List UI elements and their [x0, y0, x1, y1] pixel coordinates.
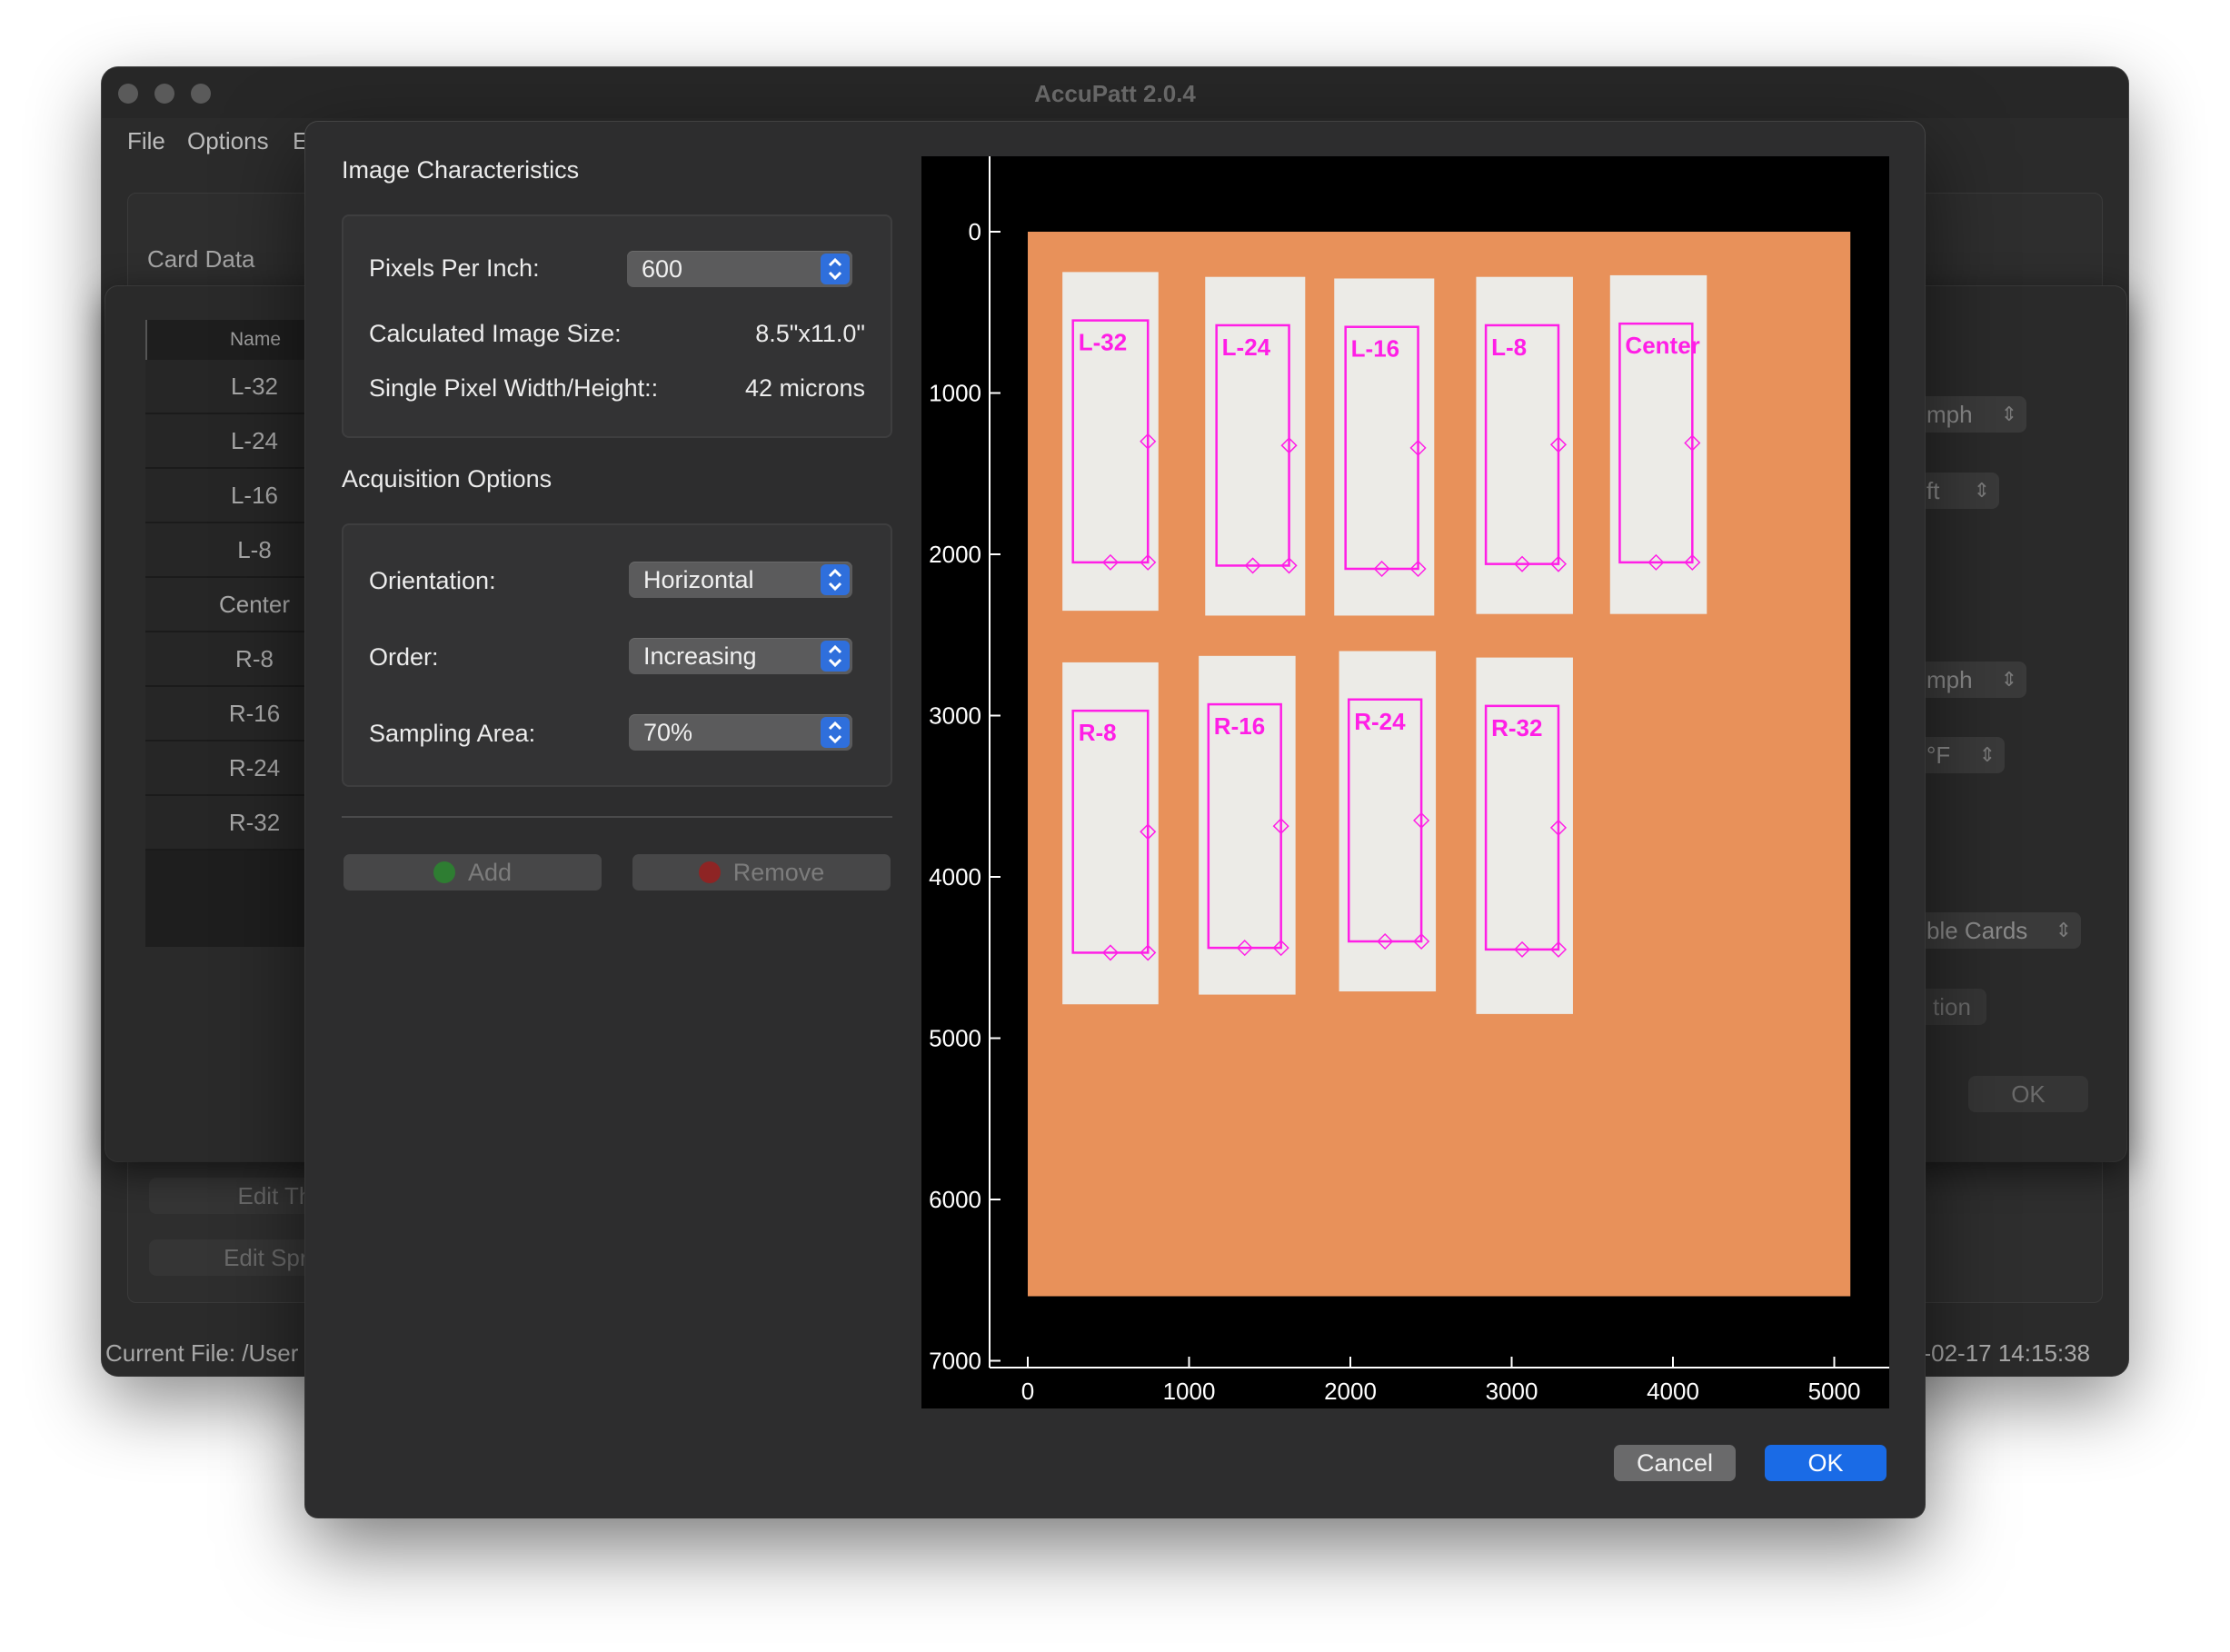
card-label: R-32 [1491, 714, 1542, 741]
x-tick-label: 3000 [1486, 1378, 1538, 1405]
chevron-updown-icon: ⇕ [2000, 668, 2017, 691]
x-tick-label: 2000 [1324, 1378, 1377, 1405]
speed-unit-select[interactable]: mph ⇕ [1917, 662, 2026, 698]
y-tick-label: 5000 [929, 1025, 981, 1052]
order-select[interactable]: Increasing [629, 638, 852, 674]
add-icon [433, 861, 455, 883]
title-bar: AccuPatt 2.0.4 [102, 67, 2128, 119]
pixel-size-value: 42 microns [744, 374, 865, 402]
card-image-plot-canvas: 0 1000 2000 3000 4000 5000 6000 7000 0 1000 2000 30… [929, 156, 1889, 1405]
card-label: L-8 [1491, 333, 1527, 361]
y-tick-label: 3000 [929, 702, 981, 730]
card-data-label: Card Data [147, 245, 255, 273]
x-tick-label: 4000 [1647, 1378, 1699, 1405]
order-value: Increasing [643, 642, 757, 670]
orientation-label: Orientation: [369, 567, 496, 594]
y-tick-label: 2000 [929, 541, 981, 568]
acquisition-options-title: Acquisition Options [342, 465, 553, 493]
y-tick-label: 6000 [929, 1186, 981, 1213]
temperature-unit-select[interactable]: °F ⇕ [1917, 737, 2005, 773]
card-image-plot[interactable]: 0 1000 2000 3000 4000 5000 6000 7000 0 1000 2000 30… [921, 156, 1889, 1408]
orientation-value: Horizontal [643, 566, 754, 593]
x-tick-label: 5000 [1808, 1378, 1861, 1405]
x-tick-label: 1000 [1163, 1378, 1216, 1405]
chevron-updown-icon: ⇕ [2055, 919, 2072, 941]
image-options-dialog: Image Characteristics Pixels Per Inch: 6… [305, 122, 1925, 1518]
image-size-label: Calculated Image Size: [369, 320, 622, 347]
height-unit-select[interactable]: ft ⇕ [1917, 473, 1999, 509]
cards-select[interactable]: ble Cards ⇕ [1917, 912, 2081, 949]
order-label: Order: [369, 643, 439, 671]
remove-icon [698, 861, 721, 883]
card-label: Center [1625, 332, 1699, 359]
sampling-area-select[interactable]: 70% [629, 714, 852, 751]
sampling-area-value: 70% [643, 719, 693, 746]
temperature-unit-value: °F [1926, 741, 1951, 769]
window-title: AccuPatt 2.0.4 [1034, 80, 1196, 107]
orientation-select[interactable]: Horizontal [629, 562, 852, 598]
add-button-label: Add [467, 859, 513, 886]
remove-button[interactable]: Remove [632, 854, 891, 891]
chevron-updown-icon [821, 641, 850, 672]
pixels-per-inch-value: 600 [642, 255, 683, 283]
chevron-updown-icon: ⇕ [1973, 479, 1990, 502]
status-timestamp: 2-02-17 14:15:38 [1910, 1339, 2091, 1367]
card-label: L-16 [1351, 335, 1399, 363]
cancel-button[interactable]: Cancel [1614, 1445, 1736, 1481]
card-label: R-16 [1214, 712, 1265, 740]
x-tick-label: 0 [1021, 1378, 1034, 1405]
chevron-updown-icon [821, 564, 850, 595]
add-button[interactable]: Add [343, 854, 602, 891]
chevron-updown-icon [821, 717, 850, 748]
height-unit-value: ft [1926, 477, 1940, 504]
image-characteristics-group: Pixels Per Inch: 600 Calculated Image Si… [342, 214, 892, 438]
status-current-file: Current File: /User [105, 1339, 299, 1367]
y-tick-label: 1000 [929, 380, 981, 407]
wind-speed-unit-select[interactable]: mph ⇕ [1917, 396, 2026, 433]
card-label: R-24 [1354, 708, 1406, 735]
sheet-ok-button[interactable]: OK [1968, 1076, 2088, 1112]
speed-unit-value: mph [1926, 666, 1973, 693]
menu-options[interactable]: Options [187, 127, 269, 155]
pixels-per-inch-label: Pixels Per Inch: [369, 254, 540, 282]
chevron-updown-icon: ⇕ [2000, 403, 2017, 425]
y-tick-label: 0 [969, 218, 981, 245]
truncated-action-button[interactable]: tion [1917, 989, 1986, 1025]
card-label: L-32 [1079, 329, 1127, 356]
pixel-size-label: Single Pixel Width/Height:: [369, 374, 659, 402]
wind-speed-unit-value: mph [1926, 401, 1973, 428]
y-tick-label: 7000 [929, 1348, 981, 1375]
image-size-value: 8.5"x11.0" [755, 320, 865, 347]
card-label: R-8 [1079, 719, 1117, 746]
chevron-updown-icon: ⇕ [1978, 743, 1996, 766]
acquisition-options-group: Orientation: Horizontal Order: Increasin… [342, 523, 892, 787]
sampling-area-label: Sampling Area: [369, 720, 536, 747]
cards-select-value: ble Cards [1926, 917, 2028, 944]
image-characteristics-title: Image Characteristics [342, 156, 580, 184]
menu-file[interactable]: File [127, 127, 165, 155]
pixels-per-inch-select[interactable]: 600 [627, 251, 852, 287]
divider [342, 816, 892, 818]
ok-button[interactable]: OK [1765, 1445, 1887, 1481]
remove-button-label: Remove [732, 859, 825, 886]
chevron-updown-icon [821, 254, 850, 284]
y-tick-label: 4000 [929, 863, 981, 891]
card-label: L-24 [1222, 333, 1271, 361]
